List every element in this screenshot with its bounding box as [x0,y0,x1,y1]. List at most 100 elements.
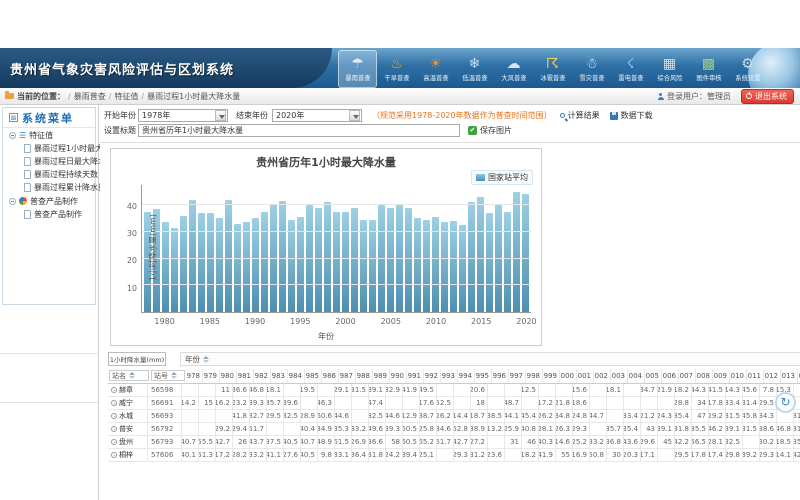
year-header[interactable]: 2000 [560,369,577,383]
year-header[interactable]: 1996 [492,369,509,383]
year-header[interactable]: 1995 [475,369,492,383]
year-header[interactable]: 1979 [203,369,220,383]
radio-icon[interactable] [111,387,117,393]
value-cell: 29.3 [760,449,777,461]
year-header[interactable]: 2005 [645,369,662,383]
year-header[interactable]: 2008 [696,369,713,383]
year-header[interactable]: 1984 [288,369,305,383]
sidebar-item-暴雨过程持续天数[interactable]: 暴雨过程持续天数 [3,168,95,181]
radio-icon[interactable] [111,413,117,419]
start-year-select[interactable]: 1978年 [138,109,228,122]
year-header[interactable]: 2006 [662,369,679,383]
breadcrumb-item[interactable]: 暴雨普查 [74,92,106,101]
value-cell: 50.5 [403,423,420,435]
toolbar-item-大风普查[interactable]: ☁大风普查 [494,50,533,88]
year-header[interactable]: 1986 [322,369,339,383]
year-header[interactable]: 2010 [730,369,747,383]
year-header[interactable]: 1989 [373,369,390,383]
station-name-header[interactable]: 站名 [109,370,149,381]
value-cell: 19.5 [301,384,318,396]
year-header[interactable]: 1991 [407,369,424,383]
calc-result-label: 计算结果 [568,110,600,121]
refresh-icon[interactable]: ↻ [775,392,796,413]
year-header[interactable]: 1998 [526,369,543,383]
year-header[interactable]: 1992 [424,369,441,383]
year-header[interactable]: 1994 [458,369,475,383]
bar [405,208,412,312]
year-header[interactable]: 2011 [747,369,764,383]
year-header[interactable]: 2002 [594,369,611,383]
chart-legend[interactable]: 国家站平均 [471,170,533,185]
year-header[interactable]: 1983 [271,369,288,383]
value-cell [607,397,624,409]
sidebar-group-普查产品制作[interactable]: 普查产品制作 [3,194,95,208]
bar [459,225,466,312]
sort-icon[interactable] [171,372,177,379]
year-header[interactable]: 2012 [764,369,781,383]
low-temp-icon: ❄ [469,57,481,73]
year-header[interactable]: 1988 [356,369,373,383]
toolbar-item-冰雹普查[interactable]: ☈冰雹普查 [533,50,572,88]
bar [441,222,448,312]
end-year-select[interactable]: 2020年 [272,109,362,122]
user-area: 登录用户：管理员 退出系统 [657,89,794,104]
year-header[interactable]: 1993 [441,369,458,383]
toolbar-item-高温普查[interactable]: ☀高温普查 [416,50,455,88]
value-cell: 35.4 [624,423,641,435]
sidebar-item-普查产品制作[interactable]: 普查产品制作 [3,208,95,221]
year-header[interactable]: 1990 [390,369,407,383]
year-header[interactable]: 2003 [611,369,628,383]
toolbar-item-系统设置[interactable]: ⚙系统设置 [728,50,767,88]
sidebar-group-特征值[interactable]: ☰特征值 [3,128,95,142]
save-image-button[interactable]: ✔ 保存图片 [468,125,512,136]
collapse-toggle-icon[interactable] [9,198,16,205]
logout-button[interactable]: 退出系统 [741,89,794,104]
breadcrumb-item[interactable]: 暴雨过程1小时最大降水量 [147,92,240,101]
sidebar-item-暴雨过程累计降水量[interactable]: 暴雨过程累计降水量 [3,181,95,194]
value-cell [403,397,420,409]
toolbar-item-综合风险[interactable]: ▦综合风险 [650,50,689,88]
year-header[interactable]: 1980 [220,369,237,383]
station-name-cell: 赫章 [108,384,148,396]
year-header[interactable]: 1982 [254,369,271,383]
value-cell: 39.1 [658,423,675,435]
year-header[interactable]: 2004 [628,369,645,383]
toolbar-item-干旱普查[interactable]: ♨干旱普查 [377,50,416,88]
data-download-button[interactable]: 数据下载 [610,110,653,121]
radio-icon[interactable] [111,400,117,406]
breadcrumb-item[interactable]: 特征值 [114,92,138,101]
sort-icon[interactable] [129,372,135,379]
year-header[interactable]: 1997 [509,369,526,383]
toolbar-item-雪灾普查[interactable]: ☃雪灾普查 [572,50,611,88]
collapse-toggle-icon[interactable] [9,132,16,139]
pivot-year-header[interactable]: 年份 [180,352,800,366]
radio-icon[interactable] [111,426,117,432]
radio-icon[interactable] [111,439,117,445]
station-id-header[interactable]: 站号 [151,370,185,381]
year-header[interactable]: 2013 [781,369,798,383]
toolbar-item-雷电普查[interactable]: ☇雷电普查 [611,50,650,88]
year-header[interactable]: 1978 [186,369,203,383]
sidebar-item-暴雨过程1小时最大降水量[interactable]: 暴雨过程1小时最大降水量 [3,142,95,155]
toolbar-item-图件审核[interactable]: ▩图件审核 [689,50,728,88]
value-cell: 16.2 [216,397,233,409]
year-header[interactable]: 1981 [237,369,254,383]
bar [369,220,376,312]
toolbar-item-暴雨普查[interactable]: ☂暴雨普查 [338,50,377,88]
toolbar-item-低温普查[interactable]: ❄低温普查 [455,50,494,88]
measure-selector[interactable]: 1小时降水量(mm) [108,352,166,366]
radio-icon[interactable] [111,452,117,458]
year-header[interactable]: 2009 [713,369,730,383]
year-header[interactable]: 1985 [305,369,322,383]
app-header: 贵州省气象灾害风险评估与区划系统 ☂暴雨普查♨干旱普查☀高温普查❄低温普查☁大风… [0,48,800,88]
year-header[interactable]: 1999 [543,369,560,383]
year-header[interactable]: 2007 [679,369,696,383]
sort-icon[interactable] [203,356,209,363]
chart-title-input[interactable] [138,124,460,137]
calc-result-button[interactable]: 计算结果 [560,110,600,121]
toolbar-item-label: 雷电普查 [618,74,643,83]
sidebar-item-暴雨过程日最大降水量[interactable]: 暴雨过程日最大降水量 [3,155,95,168]
year-header[interactable]: 1987 [339,369,356,383]
bar [360,220,367,312]
year-header[interactable]: 2001 [577,369,594,383]
